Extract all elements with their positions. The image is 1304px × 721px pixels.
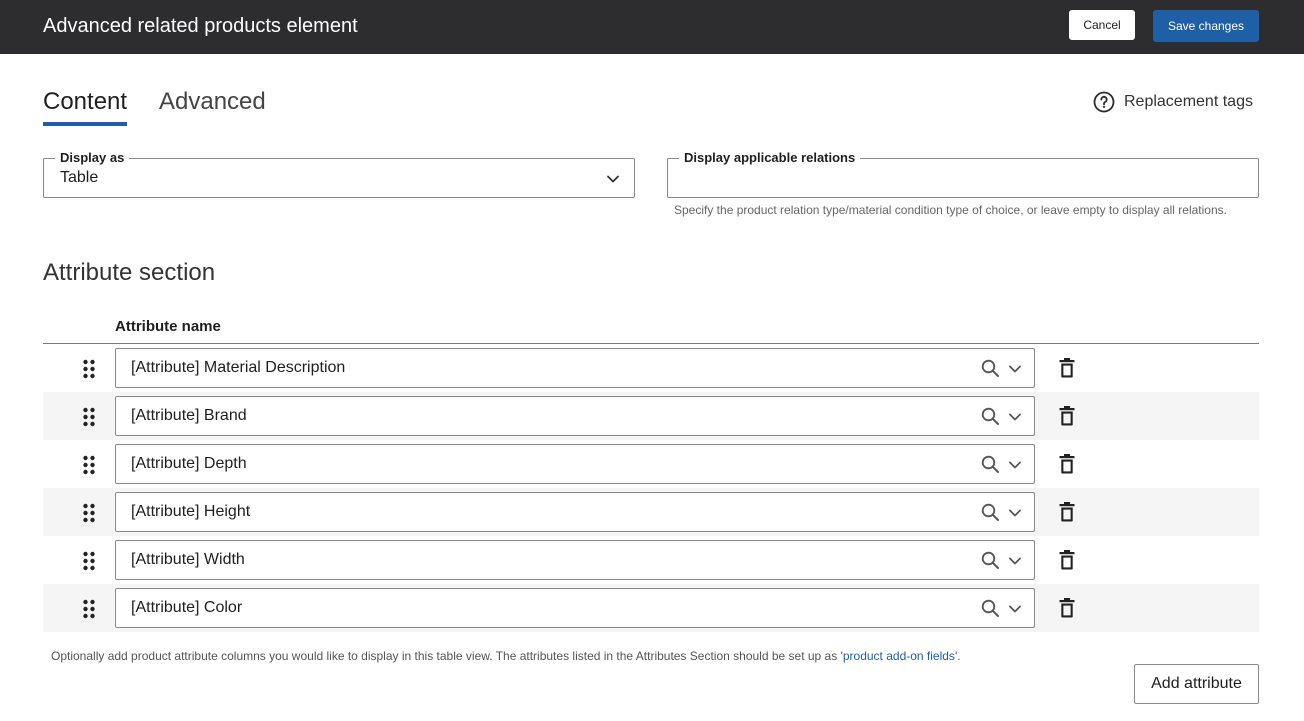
search-icon[interactable] [981, 359, 1000, 378]
attribute-section-title: Attribute section [43, 259, 216, 286]
chevron-down-icon[interactable] [1008, 554, 1022, 568]
chevron-down-icon[interactable] [1008, 506, 1022, 520]
search-icon[interactable] [981, 455, 1000, 474]
tab-content[interactable]: Content [43, 88, 127, 116]
search-icon[interactable] [981, 599, 1000, 618]
display-as-value: Table [60, 169, 99, 186]
drag-handle-icon[interactable] [81, 358, 97, 380]
attribute-row: [Attribute] Material Description [43, 344, 1259, 392]
footnote-text: Optionally add product attribute columns… [51, 649, 843, 663]
save-changes-button[interactable]: Save changes [1153, 10, 1259, 42]
trash-icon[interactable] [1059, 598, 1075, 618]
dialog-title: Advanced related products element [43, 15, 358, 37]
drag-handle-icon[interactable] [81, 502, 97, 524]
trash-icon[interactable] [1059, 358, 1075, 378]
drag-handle-icon[interactable] [81, 598, 97, 620]
active-tab-indicator [43, 122, 127, 126]
search-icon[interactable] [981, 407, 1000, 426]
cancel-button[interactable]: Cancel [1069, 10, 1135, 40]
search-icon[interactable] [981, 551, 1000, 570]
applicable-relations-input[interactable]: Display applicable relations [667, 150, 1259, 198]
attribute-row: [Attribute] Depth [43, 440, 1259, 488]
attribute-section-footnote: Optionally add product attribute columns… [51, 649, 961, 663]
attribute-select[interactable]: [Attribute] Color [115, 588, 1035, 628]
question-circle-icon [1093, 91, 1115, 113]
attribute-select[interactable]: [Attribute] Width [115, 540, 1035, 580]
replacement-tags-link[interactable]: Replacement tags [1093, 91, 1253, 113]
attribute-select[interactable]: [Attribute] Material Description [115, 348, 1035, 388]
tab-advanced[interactable]: Advanced [159, 88, 266, 116]
attribute-row: [Attribute] Brand [43, 392, 1259, 440]
chevron-down-icon[interactable] [1008, 458, 1022, 472]
replacement-tags-label: Replacement tags [1124, 93, 1253, 110]
chevron-down-icon [607, 175, 619, 183]
trash-icon[interactable] [1059, 550, 1075, 570]
attribute-select[interactable]: [Attribute] Height [115, 492, 1035, 532]
trash-icon[interactable] [1059, 406, 1075, 426]
applicable-relations-label: Display applicable relations [679, 150, 861, 166]
attribute-name-column-header: Attribute name [115, 318, 221, 335]
drag-handle-icon[interactable] [81, 406, 97, 428]
attribute-row: [Attribute] Height [43, 488, 1259, 536]
attribute-value: [Attribute] Color [131, 599, 243, 616]
search-icon[interactable] [981, 503, 1000, 522]
attribute-value: [Attribute] Brand [131, 407, 247, 424]
attribute-value: [Attribute] Material Description [131, 359, 346, 376]
attribute-select[interactable]: [Attribute] Brand [115, 396, 1035, 436]
attribute-value: [Attribute] Depth [131, 455, 247, 472]
attribute-value: [Attribute] Height [131, 503, 251, 520]
chevron-down-icon[interactable] [1008, 410, 1022, 424]
top-bar: Advanced related products element Cancel… [0, 0, 1304, 54]
chevron-down-icon[interactable] [1008, 602, 1022, 616]
drag-handle-icon[interactable] [81, 454, 97, 476]
attribute-row: [Attribute] Width [43, 536, 1259, 584]
trash-icon[interactable] [1059, 502, 1075, 522]
product-add-on-fields-link[interactable]: product add-on fields [843, 649, 955, 663]
applicable-relations-help: Specify the product relation type/materi… [674, 203, 1227, 217]
drag-handle-icon[interactable] [81, 550, 97, 572]
footnote-text-end: '. [954, 649, 961, 663]
attribute-select[interactable]: [Attribute] Depth [115, 444, 1035, 484]
attribute-value: [Attribute] Width [131, 551, 245, 568]
attribute-row: [Attribute] Color [43, 584, 1259, 632]
display-as-label: Display as [55, 150, 130, 166]
trash-icon[interactable] [1059, 454, 1075, 474]
display-as-select[interactable]: Display as Table [43, 150, 635, 198]
chevron-down-icon[interactable] [1008, 362, 1022, 376]
add-attribute-button[interactable]: Add attribute [1134, 664, 1259, 704]
